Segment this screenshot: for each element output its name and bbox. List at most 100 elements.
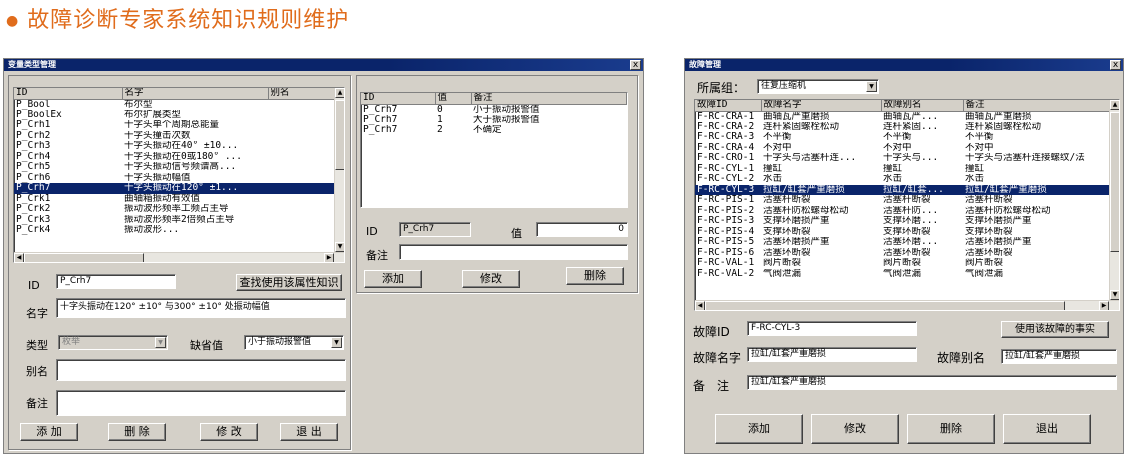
- fault-table-hscroll[interactable]: ◀ ▶: [695, 300, 1119, 310]
- value-delete-button[interactable]: 删除: [566, 267, 624, 285]
- fault-id-field[interactable]: F-RC-CYL-3: [747, 321, 917, 336]
- find-usage-button[interactable]: 查找使用该属性知识: [236, 274, 342, 291]
- scroll-down-icon[interactable]: ▼: [1110, 290, 1119, 300]
- table-cell: 连杆紧固螺栓松动: [965, 121, 1042, 132]
- fault-row[interactable]: F-RC-CRO-1 十字头与活塞杆连... 十字头与... 十字头与活塞杆连接螺纹/…: [695, 153, 1109, 164]
- fault-alias-label: 故障别名: [937, 351, 986, 365]
- variable-row[interactable]: P_Bool 布尔型: [14, 99, 335, 110]
- fault-name-field[interactable]: 拉缸/缸套严重磨损: [747, 347, 917, 362]
- table-cell: P_Crh4: [16, 151, 51, 162]
- value-row[interactable]: P_Crh7 1 大于振动报警值: [361, 115, 627, 126]
- exit-button[interactable]: 退 出: [280, 423, 338, 441]
- variable-row[interactable]: P_Crk2 振动波形频率工频占主导: [14, 204, 335, 215]
- value-row[interactable]: P_Crh7 2 不确定: [361, 125, 627, 136]
- variable-row[interactable]: P_Crh1 十字头单个周期总能量: [14, 120, 335, 131]
- scroll-right-icon[interactable]: ▶: [324, 253, 334, 262]
- dropdown-arrow-icon[interactable]: ▼: [866, 81, 877, 92]
- hscroll-thumb[interactable]: [705, 301, 1065, 310]
- fault-row[interactable]: F-RC-PIS-5 活塞环磨损严重 活塞环磨... 活塞环磨损严重: [695, 237, 1109, 248]
- variable-row[interactable]: P_Crh3 十字头振动在40° ±10...: [14, 141, 335, 152]
- table-cell: [268, 215, 335, 226]
- fault-row[interactable]: F-RC-CYL-1 撞缸 撞缸 撞缸: [695, 164, 1109, 175]
- scroll-up-icon[interactable]: ▲: [335, 88, 344, 98]
- variable-row[interactable]: P_BoolEx 布尔扩展类型: [14, 110, 335, 121]
- variable-row[interactable]: P_Crk1 曲轴箱振动有效值: [14, 194, 335, 205]
- scroll-down-icon[interactable]: ▼: [335, 242, 344, 252]
- value-row[interactable]: P_Crh7 0 小于振动报警值: [361, 104, 627, 115]
- modify-button[interactable]: 修 改: [200, 423, 258, 441]
- scroll-left-icon[interactable]: ◀: [14, 253, 24, 262]
- close-icon[interactable]: x: [630, 60, 641, 70]
- id-field[interactable]: P_Crh7: [56, 274, 176, 289]
- fault-alias-field[interactable]: 拉缸/缸套严重磨损: [1001, 349, 1117, 364]
- variable-table[interactable]: ID 名字 别名 P_Bool 布尔型 P_BoolEx 布尔扩展类型 P_Crh1 十字头单…: [13, 87, 345, 263]
- fault-table[interactable]: 故障ID 故障名字 故障别名 备注 F-RC-CRA-1 曲轴瓦严重磨损 曲轴瓦严... 曲…: [694, 99, 1120, 311]
- delete-button[interactable]: 删 除: [108, 423, 166, 441]
- table-cell: 活塞环断裂: [883, 247, 931, 258]
- fault-row[interactable]: F-RC-CRA-4 不对中 不对中 不对中: [695, 143, 1109, 154]
- variable-row[interactable]: P_Crh4 十字头振动在0或180° ...: [14, 152, 335, 163]
- variable-row[interactable]: P_Crk3 振动波形频率2倍频占主导: [14, 215, 335, 226]
- column-header[interactable]: 故障别名: [881, 100, 964, 112]
- fault-delete-button[interactable]: 删除: [907, 414, 995, 444]
- fault-facts-button[interactable]: 使用该故障的事实: [1001, 321, 1109, 338]
- column-header[interactable]: ID: [14, 88, 123, 100]
- dropdown-arrow-icon[interactable]: ▼: [331, 337, 342, 348]
- fault-row[interactable]: F-RC-PIS-1 活塞杆断裂 活塞杆断裂 活塞杆断裂: [695, 195, 1109, 206]
- add-button[interactable]: 添 加: [20, 423, 78, 441]
- fault-modify-button[interactable]: 修改: [811, 414, 899, 444]
- fault-row[interactable]: F-RC-PIS-6 活塞环断裂 活塞环断裂 活塞环断裂: [695, 248, 1109, 259]
- scroll-left-icon[interactable]: ◀: [695, 301, 705, 310]
- column-header[interactable]: 值: [435, 93, 472, 105]
- column-header[interactable]: 故障ID: [695, 100, 762, 112]
- fault-add-button[interactable]: 添加: [715, 414, 803, 444]
- fault-table-vscroll[interactable]: ▲ ▼: [1109, 100, 1119, 300]
- fault-row[interactable]: F-RC-PIS-2 活塞杆防松螺母松动 活塞杆防... 活塞杆防松螺母松动: [695, 206, 1109, 217]
- column-header[interactable]: 别名: [268, 88, 336, 100]
- table-cell: 十字头振动在120° ±1...: [122, 183, 268, 194]
- scroll-thumb[interactable]: [335, 100, 344, 170]
- variable-row[interactable]: P_Crh5 十字头振动信号频谱高...: [14, 162, 335, 173]
- variable-row[interactable]: P_Crh2 十字头撞击次数: [14, 131, 335, 142]
- variable-row[interactable]: P_Crh7 十字头振动在120° ±1...: [14, 183, 335, 194]
- column-header[interactable]: 名字: [122, 88, 269, 100]
- table-cell: 支撑环磨...: [883, 216, 939, 227]
- close-icon[interactable]: x: [1110, 60, 1121, 70]
- default-select[interactable]: 小于振动报警值 ▼: [244, 335, 344, 350]
- fault-row[interactable]: F-RC-PIS-4 支撑环断裂 支撑环断裂 支撑环断裂: [695, 227, 1109, 238]
- column-header[interactable]: ID: [361, 93, 436, 105]
- fault-row[interactable]: F-RC-VAL-2 气阀泄漏 气阀泄漏 气阀泄漏: [695, 269, 1109, 280]
- hscroll-thumb[interactable]: [24, 253, 144, 262]
- column-header[interactable]: 故障名字: [761, 100, 882, 112]
- fault-row[interactable]: F-RC-PIS-3 支撑环磨损严重 支撑环磨... 支撑环磨损严重: [695, 216, 1109, 227]
- value-value-field[interactable]: 0: [536, 222, 628, 237]
- variable-table-vscroll[interactable]: ▲ ▼: [334, 88, 344, 252]
- fault-row[interactable]: F-RC-CRA-2 连杆紧固螺栓松动 连杆紧固... 连杆紧固螺栓松动: [695, 122, 1109, 133]
- variable-table-hscroll[interactable]: ◀ ▶: [14, 252, 344, 262]
- alias-field[interactable]: [56, 359, 346, 381]
- fault-exit-button[interactable]: 退出: [1003, 414, 1091, 444]
- variable-row[interactable]: P_Crk4 振动波形...: [14, 225, 335, 236]
- fault-row[interactable]: F-RC-CRA-3 不平衡 不平衡 不平衡: [695, 132, 1109, 143]
- fault-row[interactable]: F-RC-VAL-1 阀片断裂 阀片断裂 阀片断裂: [695, 258, 1109, 269]
- fault-row[interactable]: F-RC-CRA-1 曲轴瓦严重磨损 曲轴瓦严... 曲轴瓦严重磨损: [695, 111, 1109, 122]
- fault-note-field[interactable]: 拉缸/缸套严重磨损: [747, 375, 1117, 390]
- scroll-thumb[interactable]: [1110, 112, 1119, 252]
- group-value: 往复压缩机: [761, 81, 807, 91]
- scroll-right-icon[interactable]: ▶: [1099, 301, 1109, 310]
- fault-row[interactable]: F-RC-CYL-3 拉缸/缸套严重磨损 拉缸/缸套... 拉缸/缸套严重磨损: [695, 184, 1109, 195]
- variable-row[interactable]: P_Crh6 十字头振动幅值: [14, 173, 335, 184]
- table-cell: 活塞环磨损严重: [763, 237, 830, 248]
- fault-row[interactable]: F-RC-CYL-2 水击 水击 水击: [695, 174, 1109, 185]
- value-modify-button[interactable]: 修改: [462, 270, 520, 288]
- value-add-button[interactable]: 添加: [364, 270, 422, 288]
- value-note-field[interactable]: [399, 244, 628, 260]
- name-field[interactable]: 十字头振动在120° ±10° 与300° ±10° 处振动幅值: [56, 298, 346, 318]
- column-header[interactable]: 备注: [963, 100, 1110, 112]
- table-cell: 十字头振动信号频谱高...: [124, 162, 237, 173]
- column-header[interactable]: 备注: [471, 93, 627, 105]
- scroll-up-icon[interactable]: ▲: [1110, 100, 1119, 110]
- note-field[interactable]: [56, 390, 346, 416]
- value-table[interactable]: ID 值备注 P_Crh7 0 小于振动报警值 P_Crh7 1 大于振动报警值 P_Crh7…: [360, 92, 628, 208]
- group-select[interactable]: 往复压缩机 ▼: [757, 79, 879, 94]
